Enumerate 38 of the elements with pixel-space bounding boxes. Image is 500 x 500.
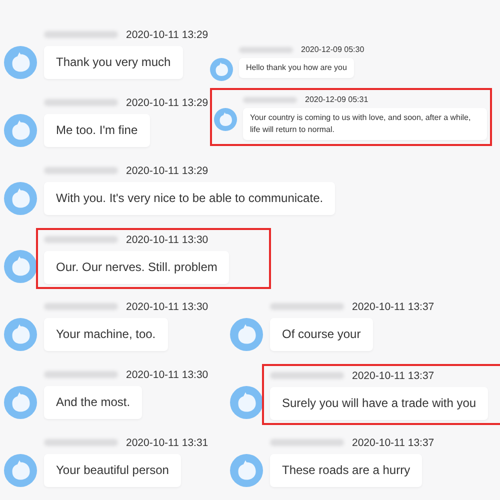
message-time: 2020-10-11 13:37 [352,436,434,448]
avatar-icon [4,250,37,283]
message-bubble: Your machine, too. [44,318,168,351]
avatar-icon [4,318,37,351]
avatar-icon [230,454,263,487]
message-time: 2020-10-11 13:30 [126,234,208,246]
message-bubble: With you. It's very nice to be able to communicate. [44,182,336,215]
avatar-icon [214,108,237,131]
avatar-icon [230,386,263,419]
message-bubble: Our. Our nerves. Still. problem [44,251,230,284]
message-bubble: Surely you will have a trade with you [270,387,488,420]
avatar-icon [4,114,37,147]
avatar-icon [4,46,37,79]
message-bubble: Me too. I'm fine [44,114,150,147]
message-time: 2020-10-11 13:29 [126,96,208,108]
avatar-icon [4,386,37,419]
message-bubble: Hello thank you how are you [239,58,354,78]
message-bubble: Your beautiful person [44,454,181,487]
avatar-icon [4,182,37,215]
message-bubble: And the most. [44,386,142,419]
avatar-icon [230,318,263,351]
message-bubble: Thank you very much [44,46,183,79]
message-bubble: Your country is coming to us with love, and soon, after a while, life will return to normal. [243,108,487,140]
message-time: 2020-10-11 13:29 [126,28,208,40]
avatar-icon [210,58,233,81]
message-bubble: Of course your [270,318,373,351]
message-time: 2020-10-11 13:37 [352,300,434,312]
message-time: 2020-10-11 13:31 [126,436,208,448]
message-bubble: These roads are a hurry [270,454,422,487]
avatar-icon [4,454,37,487]
message-time: 2020-10-11 13:30 [126,368,208,380]
blurred-name [239,46,293,52]
message-time: 2020-10-11 13:37 [352,370,434,382]
message-time: 2020-10-11 13:30 [126,300,208,312]
message-time: 2020-12-09 05:31 [305,95,368,104]
message-time: 2020-10-11 13:29 [126,164,208,176]
blurred-name [243,96,297,102]
message-time: 2020-12-09 05:30 [301,45,364,54]
